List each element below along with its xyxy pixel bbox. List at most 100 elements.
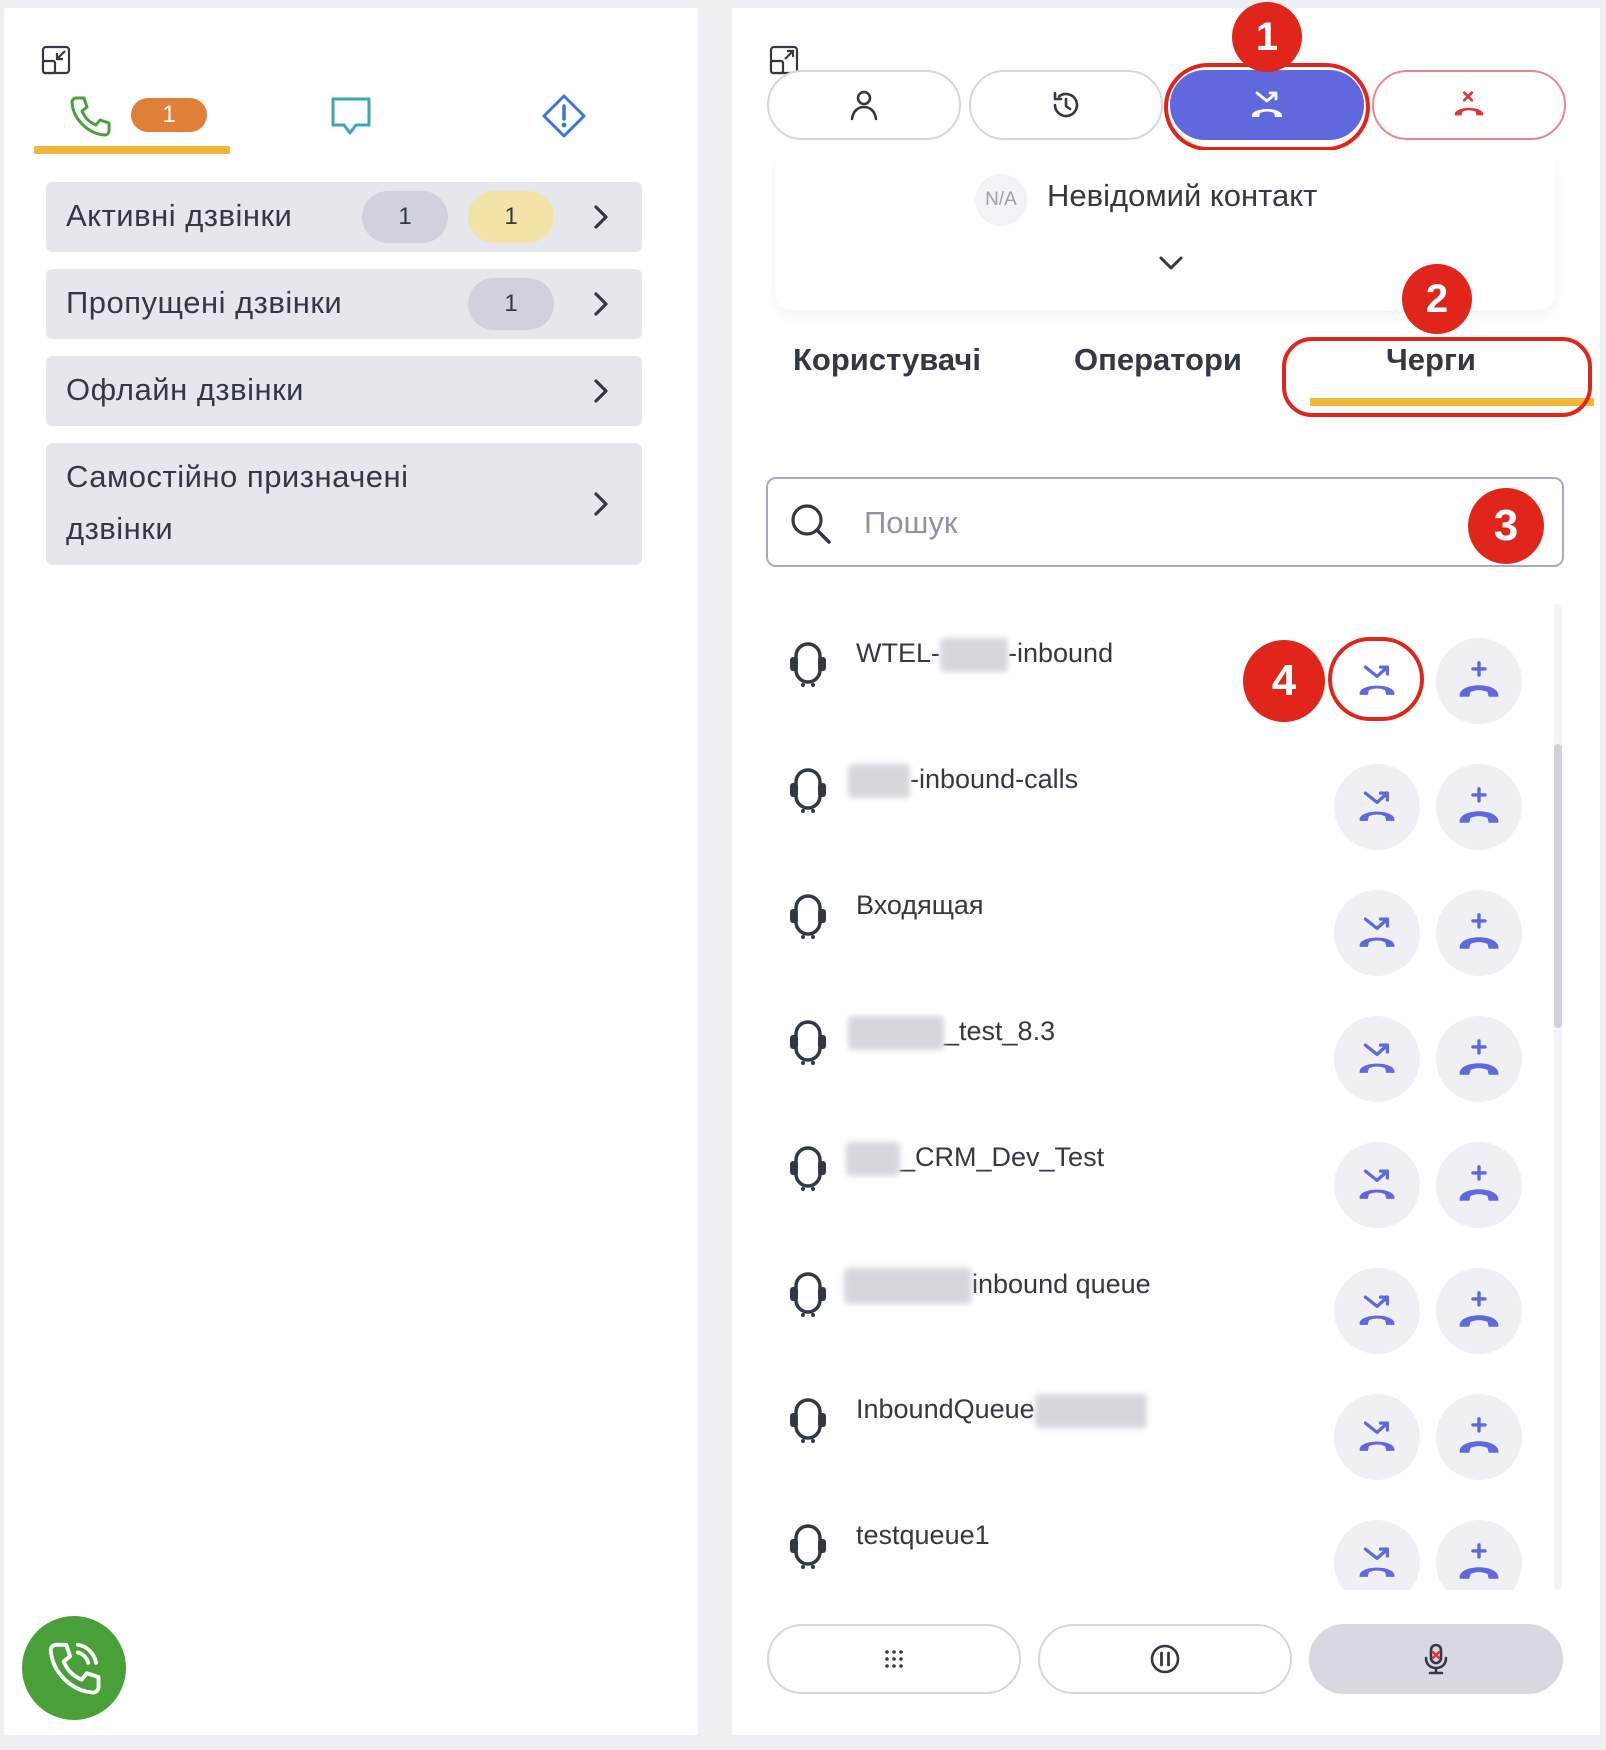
dialpad-button[interactable]	[767, 1624, 1021, 1694]
scrollbar-thumb[interactable]	[1554, 744, 1562, 1028]
search-box[interactable]	[766, 477, 1564, 567]
calls-count-badge: 1	[131, 98, 207, 132]
collapse-icon[interactable]	[40, 44, 72, 76]
transfer-to-queue-button[interactable]	[1334, 1520, 1420, 1590]
add-to-call-button[interactable]	[1436, 1268, 1522, 1354]
annotation-marker: 2	[1402, 264, 1472, 334]
transfer-call-icon	[1359, 917, 1395, 947]
person-icon	[850, 90, 878, 121]
call-group-self-assigned[interactable]: Самостійно призначені дзвінки	[46, 443, 642, 565]
add-call-icon	[1459, 1165, 1499, 1201]
mute-button[interactable]	[1309, 1624, 1563, 1694]
avatar: N/A	[975, 174, 1027, 226]
hangup-icon	[1454, 91, 1484, 116]
queue-icon	[790, 1272, 826, 1317]
call-group-active[interactable]: Активні дзвінки 1 1	[46, 182, 642, 252]
left-panel	[4, 8, 698, 1735]
transfer-to-queue-button[interactable]	[1334, 1268, 1420, 1354]
count-badge: 1	[468, 278, 554, 330]
add-call-icon	[1459, 1291, 1499, 1327]
queue-name: WTEL- -inbound	[856, 638, 1113, 672]
queue-icon	[790, 1146, 826, 1191]
transfer-to-queue-button[interactable]	[1334, 890, 1420, 976]
tab-operators[interactable]: Оператори	[1074, 342, 1242, 378]
queue-icon	[790, 894, 826, 939]
call-group-label: Офлайн дзвінки	[66, 372, 304, 407]
tab-alerts[interactable]	[540, 80, 588, 152]
transfer-to-queue-button[interactable]	[1334, 1016, 1420, 1102]
queue-icon	[790, 642, 826, 687]
add-to-call-button[interactable]	[1436, 1394, 1522, 1480]
tab-users[interactable]: Користувачі	[793, 342, 981, 378]
queue-name: InboundQueue	[856, 1394, 1147, 1428]
list-item: inbound queue	[766, 1230, 1556, 1356]
chevron-right-icon	[594, 205, 608, 229]
transfer-call-icon	[1359, 1169, 1395, 1199]
hold-button[interactable]	[1038, 1624, 1292, 1694]
transfer-call-icon	[1359, 1043, 1395, 1073]
queue-icon	[790, 1020, 826, 1065]
chevron-right-icon	[594, 379, 608, 403]
transfer-call-icon	[1359, 1295, 1395, 1325]
phone-fab-button[interactable]	[22, 1616, 126, 1720]
call-group-missed[interactable]: Пропущені дзвінки 1	[46, 269, 642, 339]
queue-name: testqueue1	[856, 1520, 990, 1550]
add-call-icon	[1459, 913, 1499, 949]
chevron-right-icon	[594, 292, 608, 316]
annotation-highlight	[1282, 337, 1592, 417]
queue-name: inbound queue	[844, 1268, 1151, 1304]
add-to-call-button[interactable]	[1436, 1520, 1522, 1590]
active-tab-indicator	[34, 146, 230, 154]
add-call-icon	[1459, 1039, 1499, 1075]
transfer-call-icon	[1359, 1421, 1395, 1451]
queue-name: Входящая	[856, 890, 984, 920]
add-to-call-button[interactable]	[1436, 638, 1522, 724]
list-item: WTEL- -inbound	[766, 600, 1556, 726]
add-to-call-button[interactable]	[1436, 1142, 1522, 1228]
annotation-marker: 1	[1232, 2, 1302, 72]
count-badge: 1	[468, 191, 554, 243]
phone-ring-icon	[48, 1642, 101, 1695]
hangup-button[interactable]	[1372, 70, 1566, 140]
search-input[interactable]	[864, 499, 1384, 547]
contact-name: Невідомий контакт	[1047, 178, 1318, 213]
queue-name: _test_8.3	[848, 1016, 1055, 1050]
queue-name: -inbound-calls	[848, 764, 1078, 798]
list-item: Входящая	[766, 852, 1556, 978]
annotation-highlight	[1164, 63, 1370, 151]
transfer-to-queue-button[interactable]	[1334, 1142, 1420, 1228]
tab-calls[interactable]	[66, 80, 114, 152]
annotation-marker: 3	[1468, 488, 1544, 564]
queue-name: _CRM_Dev_Test	[846, 1142, 1104, 1176]
call-group-label: Активні дзвінки	[66, 198, 293, 233]
list-item: InboundQueue	[766, 1356, 1556, 1482]
chevron-down-icon[interactable]	[1153, 246, 1189, 282]
add-call-icon	[1459, 1543, 1499, 1579]
call-group-offline[interactable]: Офлайн дзвінки	[46, 356, 642, 426]
transfer-to-queue-button[interactable]	[1334, 1394, 1420, 1480]
transfer-to-queue-button[interactable]	[1334, 764, 1420, 850]
phone-icon	[70, 96, 111, 137]
add-to-call-button[interactable]	[1436, 890, 1522, 976]
add-call-icon	[1459, 1417, 1499, 1453]
history-button[interactable]	[969, 70, 1163, 140]
transfer-call-icon	[1359, 791, 1395, 821]
chat-icon	[331, 97, 371, 135]
queue-list: WTEL- -inbound -inbound-calls Входящая _t…	[766, 600, 1556, 1590]
contact-button[interactable]	[767, 70, 961, 140]
add-call-icon	[1459, 661, 1499, 697]
call-group-label-line2: дзвінки	[66, 511, 174, 546]
history-icon	[1053, 91, 1079, 118]
mute-mic-icon	[1424, 1643, 1448, 1675]
pause-icon	[1150, 1644, 1180, 1674]
call-group-label-line1: Самостійно призначені	[66, 459, 409, 494]
transfer-call-icon	[1359, 1547, 1395, 1577]
list-item: testqueue1	[766, 1482, 1556, 1590]
list-item: -inbound-calls	[766, 726, 1556, 852]
add-to-call-button[interactable]	[1436, 1016, 1522, 1102]
add-call-icon	[1459, 787, 1499, 823]
list-item: _CRM_Dev_Test	[766, 1104, 1556, 1230]
annotation-marker: 4	[1243, 640, 1325, 722]
tab-chat[interactable]	[328, 80, 374, 152]
add-to-call-button[interactable]	[1436, 764, 1522, 850]
